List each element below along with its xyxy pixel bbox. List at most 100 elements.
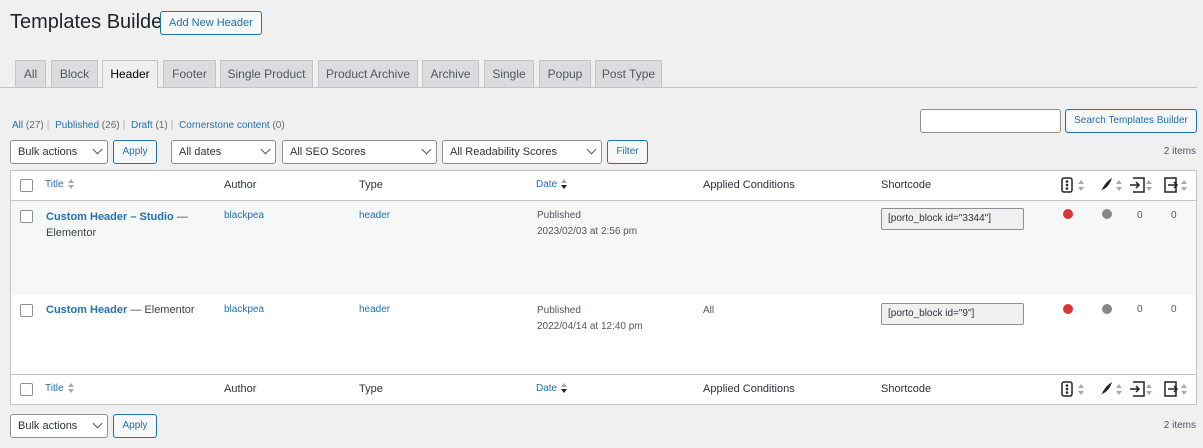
sort-icon [1116, 384, 1123, 396]
sort-icon [1078, 384, 1085, 396]
select-all-checkbox[interactable] [20, 179, 33, 192]
table-footer: Title Author Type Date Applied Condition… [11, 374, 1196, 404]
column-readability-footer[interactable] [1099, 381, 1123, 399]
filter-cornerstone-count: (0) [272, 120, 285, 131]
status-filter-links: All (27) | Published (26) | Draft (1) | Cor… [12, 120, 285, 131]
apply-button-top[interactable]: Apply [113, 140, 157, 164]
sort-icon [1146, 180, 1153, 192]
apply-button-bottom[interactable]: Apply [113, 414, 157, 438]
tab-block[interactable]: Block [51, 60, 98, 88]
column-seo-score-footer[interactable] [1061, 381, 1085, 399]
row-date: Published 2022/04/14 at 12:40 pm [537, 305, 643, 332]
sort-icon [1181, 180, 1188, 192]
filter-button[interactable]: Filter [607, 140, 648, 164]
templates-table: Title Author Type Date Applied Condition… [10, 170, 1197, 405]
row-author[interactable]: blackpea [224, 304, 264, 315]
filter-draft-link[interactable]: Draft [131, 120, 153, 131]
tab-single-product[interactable]: Single Product [220, 60, 313, 88]
filter-all-link[interactable]: All [12, 120, 23, 131]
tab-all[interactable]: All [15, 60, 46, 88]
sort-icon [1146, 384, 1153, 396]
row-author[interactable]: blackpea [224, 210, 264, 221]
filter-published-link[interactable]: Published [55, 120, 99, 131]
seo-score-icon [1061, 177, 1073, 193]
search-button[interactable]: Search Templates Builder [1065, 109, 1197, 133]
sort-icon [1181, 384, 1188, 396]
add-new-header-button[interactable]: Add New Header [160, 11, 262, 35]
column-shortcode-footer: Shortcode [881, 383, 932, 395]
readability-icon [1101, 382, 1112, 396]
tab-product-archive[interactable]: Product Archive [318, 60, 418, 88]
items-count-top: 2 items [1163, 146, 1196, 157]
tab-post-type[interactable]: Post Type [595, 60, 662, 88]
column-type-footer: Type [359, 383, 383, 395]
column-author-footer: Author [224, 383, 257, 395]
incoming-links-icon [1164, 381, 1179, 397]
row-conditions: All [703, 305, 715, 316]
dates-select[interactable]: All dates [171, 140, 276, 164]
column-incoming-links[interactable] [1164, 177, 1188, 195]
outgoing-links-count: 0 [1137, 304, 1143, 315]
search-input[interactable] [920, 109, 1061, 133]
select-all-checkbox-bottom[interactable] [20, 383, 33, 396]
tab-popup[interactable]: Popup [539, 60, 591, 88]
incoming-links-icon [1164, 177, 1179, 193]
bulk-actions-select-bottom[interactable]: Bulk actions [10, 414, 108, 438]
column-applied-conditions-footer: Applied Conditions [703, 383, 795, 395]
table-header: Title Author Type Date Applied Condition… [11, 171, 1196, 201]
row-date: Published 2023/02/03 at 2:56 pm [537, 210, 638, 237]
column-seo-score[interactable] [1061, 177, 1085, 195]
tab-archive[interactable]: Archive [422, 60, 479, 88]
sort-icon [67, 383, 75, 394]
bulk-actions-select-top[interactable]: Bulk actions [10, 140, 108, 164]
page-title: Templates Builder [10, 11, 169, 33]
sort-desc-icon [561, 383, 568, 394]
chevron-down-icon [421, 144, 432, 155]
filter-draft-count: (1) [155, 120, 168, 131]
column-date[interactable]: Date [536, 179, 568, 190]
readability-icon [1101, 178, 1112, 192]
column-title-footer[interactable]: Title [45, 383, 75, 394]
table-row: Custom Header — Elementor blackpea heade… [11, 295, 1196, 374]
readability-dot [1102, 304, 1112, 314]
column-outgoing-links[interactable] [1129, 177, 1153, 195]
column-readability[interactable] [1099, 177, 1123, 195]
column-incoming-links-footer[interactable] [1164, 381, 1188, 399]
template-type-tabs: All Block Header Footer Single Product P… [0, 59, 1197, 89]
column-outgoing-links-footer[interactable] [1129, 381, 1153, 399]
row-checkbox[interactable] [20, 210, 33, 223]
chevron-down-icon [586, 144, 597, 155]
filter-all-count: (27) [25, 120, 44, 131]
readability-scores-select[interactable]: All Readability Scores [442, 140, 602, 164]
row-type[interactable]: header [359, 304, 390, 315]
row-type[interactable]: header [359, 210, 390, 221]
row-shortcode[interactable]: [porto_block id="9"] [881, 303, 1024, 325]
chevron-down-icon [260, 144, 271, 155]
sort-desc-icon [561, 179, 568, 190]
outgoing-links-icon [1130, 177, 1145, 193]
filter-published-count: (26) [101, 120, 120, 131]
items-count-bottom: 2 items [1163, 420, 1196, 431]
column-date-footer[interactable]: Date [536, 383, 568, 394]
column-type: Type [359, 179, 383, 191]
row-shortcode[interactable]: [porto_block id="3344"] [881, 208, 1024, 230]
chevron-down-icon [92, 144, 103, 155]
seo-score-dot [1063, 209, 1073, 219]
filter-cornerstone-link[interactable]: Cornerstone content [179, 120, 270, 131]
sort-icon [1116, 180, 1123, 192]
column-shortcode: Shortcode [881, 179, 932, 191]
row-title-link[interactable]: Custom Header [46, 304, 127, 316]
outgoing-links-icon [1130, 381, 1145, 397]
row-title-link[interactable]: Custom Header – Studio [46, 211, 174, 223]
seo-score-dot [1063, 304, 1073, 314]
tab-header[interactable]: Header [102, 60, 158, 89]
column-title[interactable]: Title [45, 179, 75, 190]
row-checkbox[interactable] [20, 304, 33, 317]
sort-icon [67, 179, 75, 190]
column-applied-conditions: Applied Conditions [703, 179, 795, 191]
readability-dot [1102, 209, 1112, 219]
sort-icon [1078, 180, 1085, 192]
seo-scores-select[interactable]: All SEO Scores [282, 140, 437, 164]
tab-footer[interactable]: Footer [163, 60, 216, 88]
tab-single[interactable]: Single [484, 60, 534, 88]
